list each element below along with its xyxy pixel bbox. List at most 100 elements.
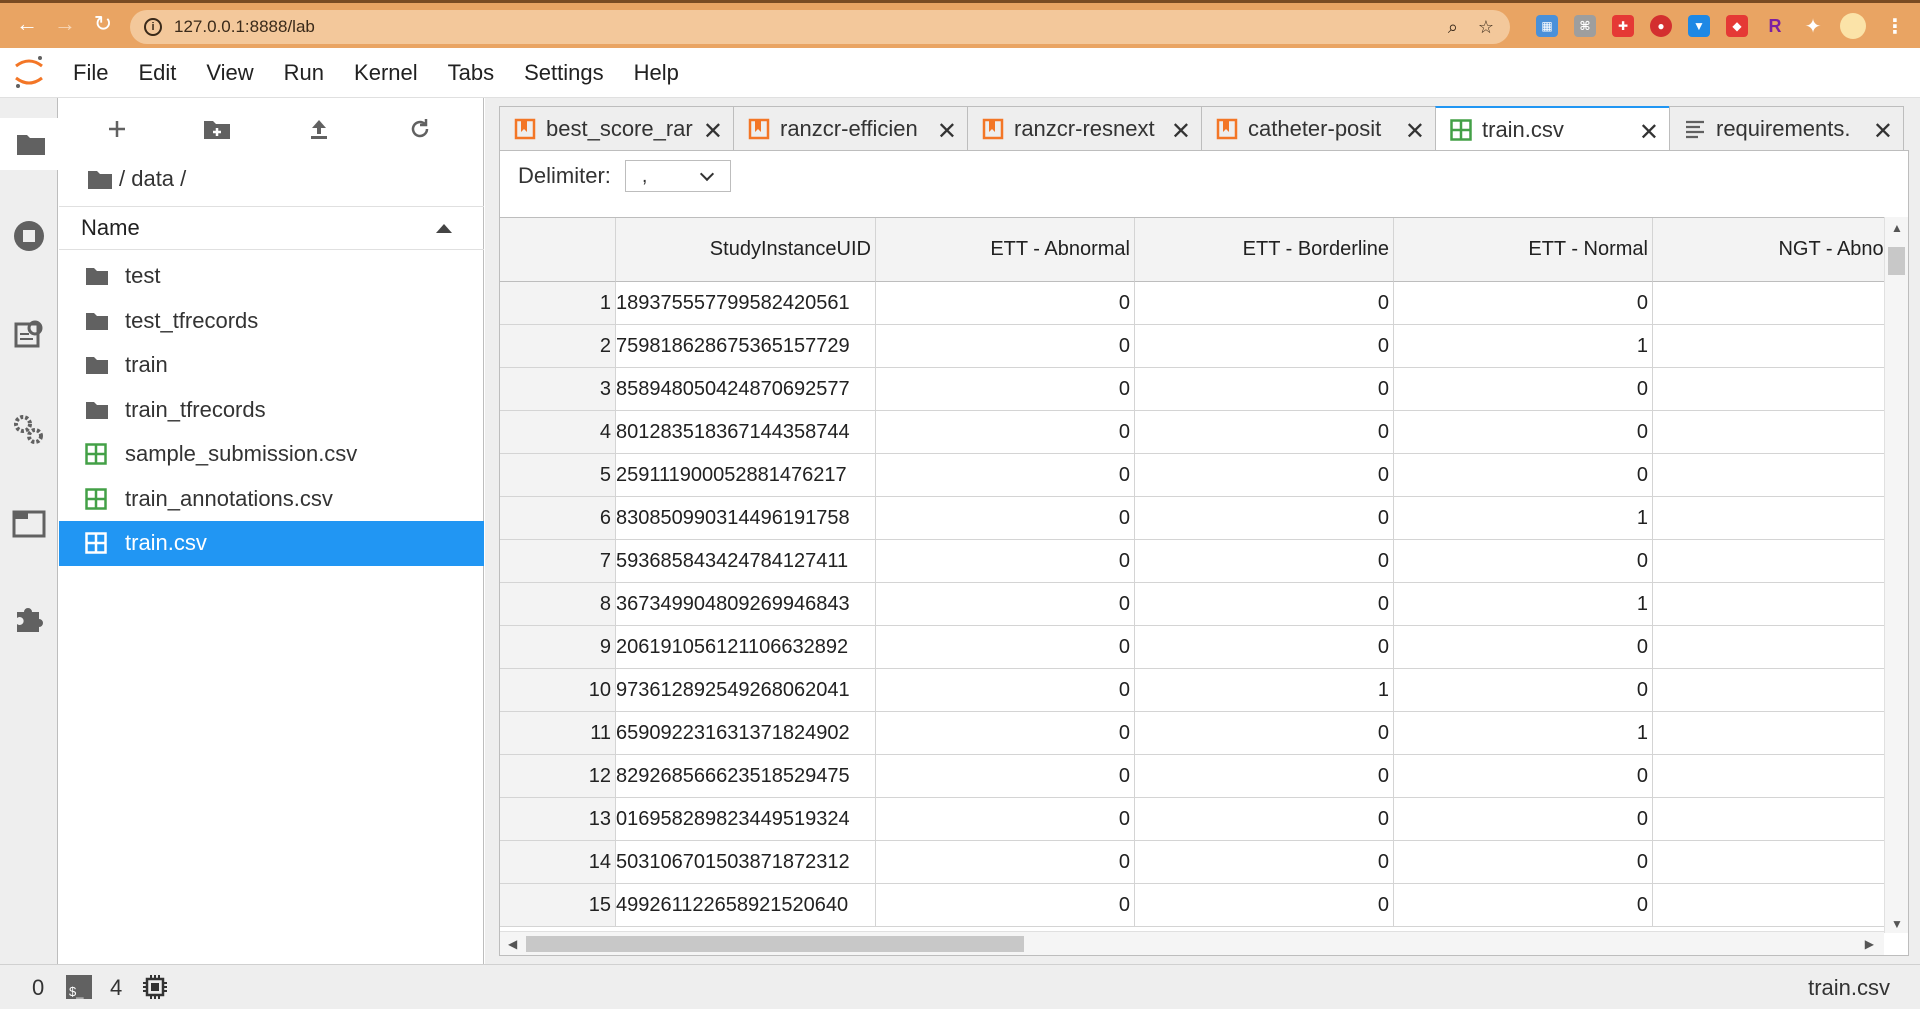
breadcrumb-path[interactable]: / data /	[119, 166, 186, 192]
extension-icon-3[interactable]: ✚	[1612, 15, 1634, 37]
file-item-test[interactable]: test	[59, 254, 484, 299]
close-icon[interactable]: ✕	[1639, 118, 1659, 147]
column-header[interactable]: ETT - Abnormal	[876, 218, 1135, 282]
uid-cell[interactable]: 593685843424784127411	[616, 540, 876, 583]
value-cell[interactable]	[1653, 540, 1884, 583]
activity-extensions[interactable]	[0, 592, 58, 644]
value-cell[interactable]: 0	[1394, 798, 1653, 841]
site-info-icon[interactable]: i	[144, 18, 162, 36]
kernel-chip-icon[interactable]	[142, 974, 168, 1000]
menu-view[interactable]: View	[191, 48, 268, 98]
file-item-train-annotations[interactable]: train_annotations.csv	[59, 477, 484, 522]
activity-property-inspector[interactable]	[0, 404, 58, 456]
tab-ranzcr-efficientnet[interactable]: ranzcr-efficien ✕	[733, 106, 968, 150]
uid-cell[interactable]: 829268566623518529475	[616, 755, 876, 798]
upload-button[interactable]	[304, 114, 334, 144]
value-cell[interactable]: 0	[876, 669, 1135, 712]
menu-kernel[interactable]: Kernel	[339, 48, 433, 98]
value-cell[interactable]: 0	[1394, 540, 1653, 583]
value-cell[interactable]: 0	[1135, 368, 1394, 411]
scroll-up-arrow-icon[interactable]: ▲	[1891, 221, 1903, 235]
bookmark-star-icon[interactable]: ☆	[1478, 10, 1494, 44]
uid-cell[interactable]: 189375557799582420561	[616, 282, 876, 325]
activity-commands[interactable]	[0, 308, 58, 360]
value-cell[interactable]: 0	[876, 454, 1135, 497]
value-cell[interactable]: 0	[876, 325, 1135, 368]
new-launcher-button[interactable]	[102, 114, 132, 144]
row-number[interactable]: 12	[500, 755, 616, 798]
value-cell[interactable]: 0	[1394, 626, 1653, 669]
file-item-sample-submission[interactable]: sample_submission.csv	[59, 432, 484, 477]
extension-icon-6[interactable]: ◆	[1726, 15, 1748, 37]
value-cell[interactable]: 0	[1135, 712, 1394, 755]
value-cell[interactable]: 1	[1394, 583, 1653, 626]
value-cell[interactable]: 0	[876, 411, 1135, 454]
file-item-train-tfrecords[interactable]: train_tfrecords	[59, 388, 484, 433]
value-cell[interactable]	[1653, 282, 1884, 325]
uid-cell[interactable]: 801283518367144358744	[616, 411, 876, 454]
row-number[interactable]: 11	[500, 712, 616, 755]
value-cell[interactable]: 0	[876, 540, 1135, 583]
tab-requirements[interactable]: requirements. ✕	[1669, 106, 1904, 150]
value-cell[interactable]: 0	[1394, 411, 1653, 454]
grid-corner-header[interactable]	[500, 218, 616, 282]
close-icon[interactable]: ✕	[703, 117, 723, 146]
reload-button[interactable]: ↻	[84, 5, 122, 43]
menu-edit[interactable]: Edit	[123, 48, 191, 98]
vertical-scroll-thumb[interactable]	[1888, 247, 1905, 275]
value-cell[interactable]: 1	[1394, 325, 1653, 368]
column-header[interactable]: ETT - Borderline	[1135, 218, 1394, 282]
value-cell[interactable]: 0	[876, 368, 1135, 411]
value-cell[interactable]: 0	[1135, 798, 1394, 841]
sort-ascending-icon[interactable]	[436, 224, 452, 233]
row-number[interactable]: 4	[500, 411, 616, 454]
terminal-icon[interactable]: $_	[66, 975, 92, 999]
extension-icon-7[interactable]: R	[1764, 15, 1786, 37]
value-cell[interactable]: 0	[876, 583, 1135, 626]
value-cell[interactable]	[1653, 798, 1884, 841]
tab-train-csv[interactable]: train.csv ✕	[1435, 106, 1670, 152]
value-cell[interactable]	[1653, 454, 1884, 497]
value-cell[interactable]: 0	[876, 626, 1135, 669]
value-cell[interactable]: 1	[1394, 497, 1653, 540]
row-number[interactable]: 1	[500, 282, 616, 325]
value-cell[interactable]: 0	[876, 497, 1135, 540]
menu-run[interactable]: Run	[269, 48, 339, 98]
file-item-test-tfrecords[interactable]: test_tfrecords	[59, 299, 484, 344]
file-item-train[interactable]: train	[59, 343, 484, 388]
uid-cell[interactable]: 499261122658921520640	[616, 884, 876, 927]
value-cell[interactable]: 1	[1135, 669, 1394, 712]
tab-ranzcr-resnext[interactable]: ranzcr-resnext ✕	[967, 106, 1202, 150]
value-cell[interactable]: 0	[876, 884, 1135, 927]
column-header[interactable]: NGT - Abnorm	[1653, 218, 1884, 282]
row-number[interactable]: 7	[500, 540, 616, 583]
home-folder-icon[interactable]	[87, 168, 113, 190]
value-cell[interactable]	[1653, 325, 1884, 368]
uid-cell[interactable]: 759818628675365157729	[616, 325, 876, 368]
scroll-left-arrow-icon[interactable]: ◀	[508, 937, 517, 951]
uid-cell[interactable]: 830850990314496191758	[616, 497, 876, 540]
value-cell[interactable]: 0	[1394, 368, 1653, 411]
extension-icon-4[interactable]: ●	[1650, 15, 1672, 37]
row-number[interactable]: 8	[500, 583, 616, 626]
value-cell[interactable]: 0	[1135, 282, 1394, 325]
value-cell[interactable]: 0	[1135, 411, 1394, 454]
delimiter-select[interactable]: ,	[624, 160, 731, 192]
value-cell[interactable]: 0	[1394, 841, 1653, 884]
row-number[interactable]: 10	[500, 669, 616, 712]
name-column-header[interactable]: Name	[81, 215, 140, 241]
extension-icon-2[interactable]: ⌘	[1574, 15, 1596, 37]
menu-settings[interactable]: Settings	[509, 48, 619, 98]
row-number[interactable]: 14	[500, 841, 616, 884]
forward-button[interactable]: →	[46, 5, 84, 43]
value-cell[interactable]: 0	[1135, 626, 1394, 669]
value-cell[interactable]: 0	[876, 712, 1135, 755]
tab-best-score[interactable]: best_score_rar ✕	[499, 106, 734, 150]
data-grid[interactable]: StudyInstanceUID ETT - Abnormal ETT - Bord…	[500, 217, 1884, 933]
value-cell[interactable]: 0	[1135, 755, 1394, 798]
tab-catheter-position[interactable]: catheter-posit ✕	[1201, 106, 1436, 150]
scroll-right-arrow-icon[interactable]: ▶	[1865, 937, 1874, 951]
value-cell[interactable]: 0	[1135, 540, 1394, 583]
row-number[interactable]: 5	[500, 454, 616, 497]
scroll-down-arrow-icon[interactable]: ▼	[1891, 917, 1903, 931]
